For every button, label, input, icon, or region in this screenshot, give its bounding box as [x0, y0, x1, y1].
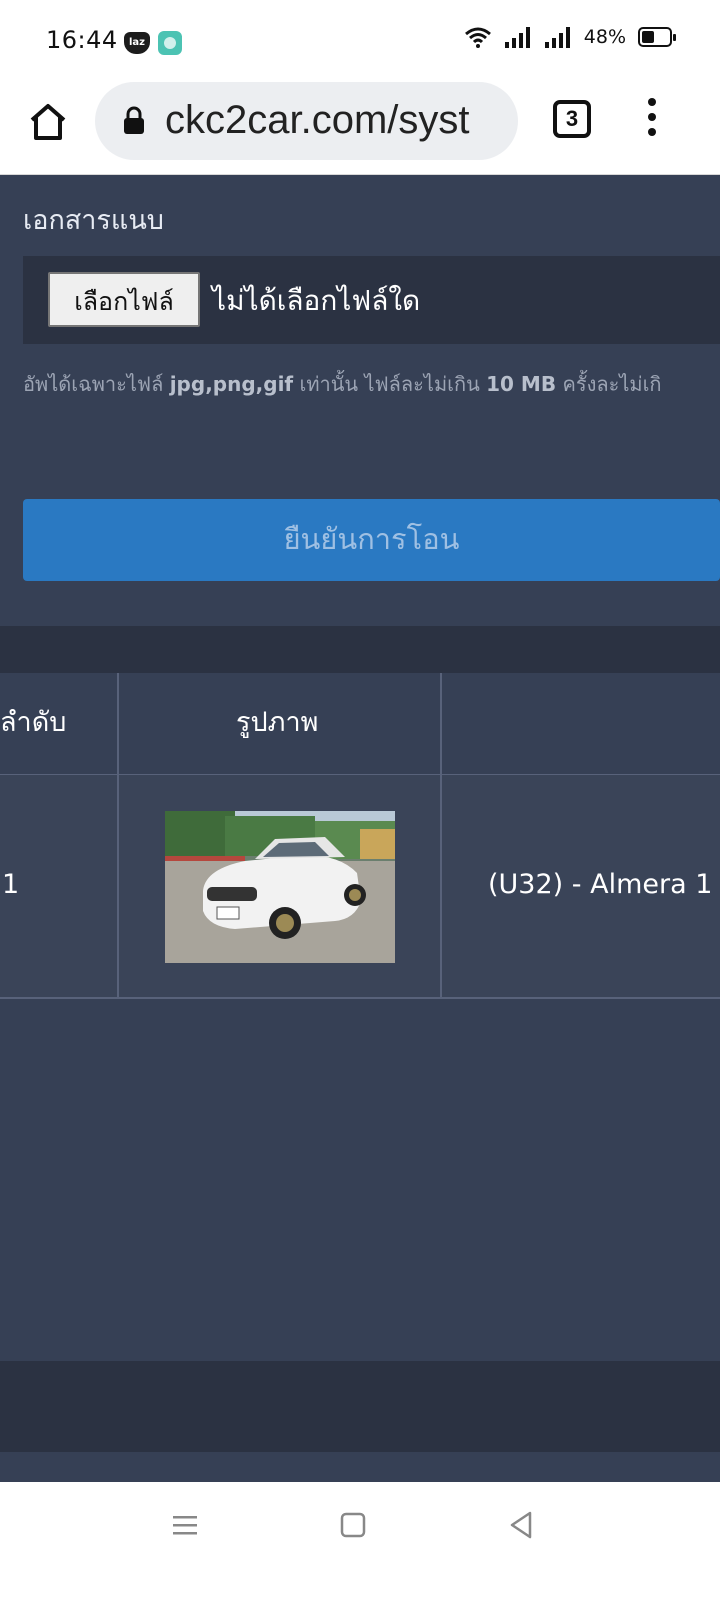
browser-toolbar: ckc2car.com/syst 3 — [0, 82, 720, 175]
car-image — [165, 811, 395, 963]
status-bar: 16:44 laz 48% — [0, 0, 720, 82]
battery-icon — [638, 27, 676, 47]
section-divider — [0, 626, 720, 673]
hint-prefix: อัพได้เฉพาะไฟล์ — [23, 372, 170, 396]
lock-icon — [124, 106, 144, 134]
status-indicators: 48% — [464, 26, 676, 48]
lazada-app-icon: laz — [124, 32, 150, 54]
wifi-icon — [464, 27, 491, 48]
row-index: 1 — [2, 869, 20, 900]
attachment-label: เอกสารแนบ — [23, 205, 164, 236]
recents-icon[interactable] — [172, 1512, 198, 1538]
tabs-button[interactable]: 3 — [553, 100, 591, 138]
table-header-row — [0, 673, 720, 776]
back-icon[interactable] — [508, 1510, 534, 1540]
choose-file-button[interactable]: เลือกไฟล์ — [48, 272, 200, 327]
home-icon[interactable] — [24, 98, 72, 146]
hint-file-types: jpg,png,gif — [169, 372, 294, 396]
hint-file-size: 10 MB — [486, 372, 557, 396]
hint-middle: เท่านั้น ไฟล์ละไม่เกิน — [293, 372, 487, 396]
more-vert-icon[interactable] — [642, 98, 662, 142]
car-photo[interactable] — [165, 811, 395, 963]
notification-app-icon — [158, 31, 182, 55]
signal-icon — [544, 27, 570, 48]
url-text: ckc2car.com/syst — [165, 98, 470, 142]
column-divider — [117, 673, 119, 997]
no-file-selected-text: ไม่ได้เลือกไฟล์ใด — [212, 284, 421, 317]
nav-home-icon[interactable] — [340, 1512, 366, 1538]
header-index: ลำดับ — [0, 707, 67, 738]
signal-icon — [504, 27, 530, 48]
footer-band — [0, 1361, 720, 1452]
column-divider — [440, 673, 442, 997]
system-navigation-bar — [0, 1482, 720, 1600]
address-bar[interactable]: ckc2car.com/syst — [95, 82, 518, 160]
header-image: รูปภาพ — [236, 707, 319, 738]
confirm-transfer-button[interactable]: ยืนยันการโอน — [23, 499, 720, 581]
battery-percent: 48% — [583, 26, 626, 48]
upload-hint: อัพได้เฉพาะไฟล์ jpg,png,gif เท่านั้น ไฟล… — [23, 368, 662, 400]
hint-suffix: ครั้งละไม่เกิ — [556, 372, 662, 396]
row-model: (U32) - Almera 1 — [488, 869, 713, 900]
status-time: 16:44 — [46, 26, 118, 54]
